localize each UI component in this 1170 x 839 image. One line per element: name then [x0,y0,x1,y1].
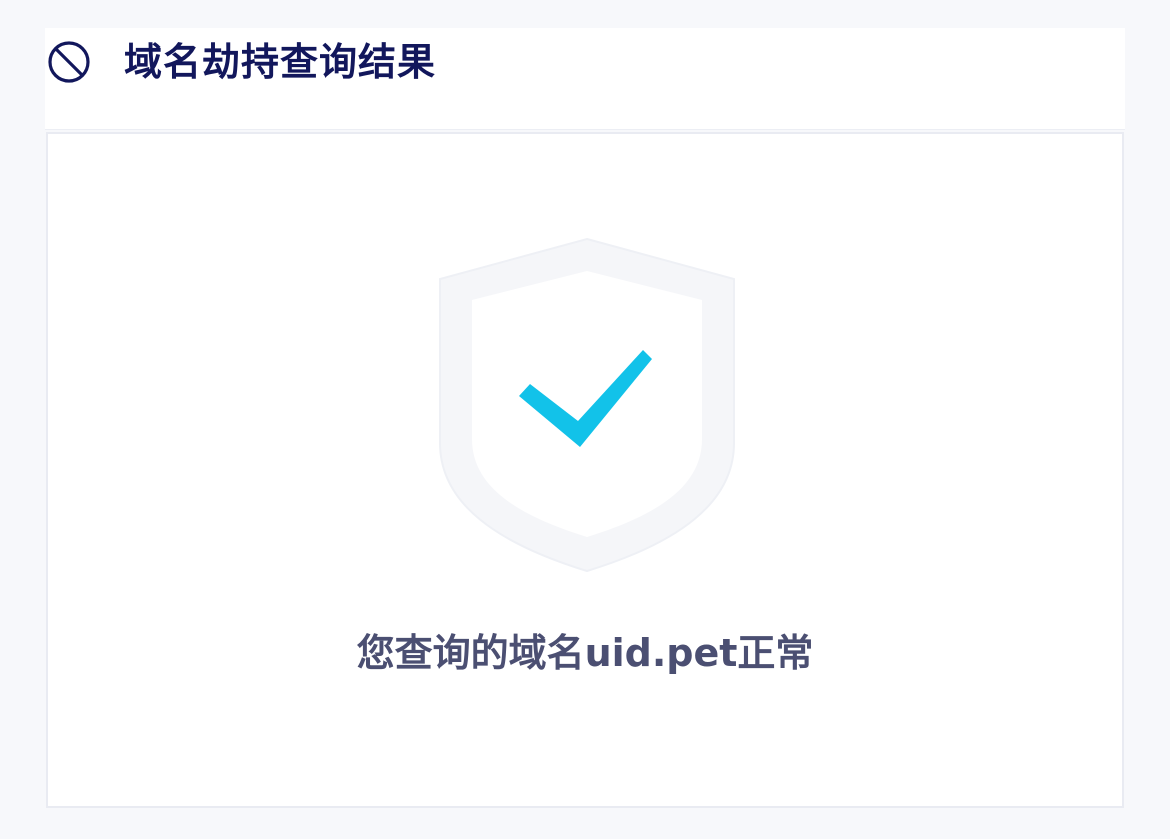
result-card: 您查询的域名uid.pet正常 [46,132,1124,808]
result-header: 域名劫持查询结果 [45,28,1125,130]
shield-check-icon [439,237,735,573]
result-message: 您查询的域名uid.pet正常 [356,631,814,675]
prohibited-icon [48,41,90,83]
page-title: 域名劫持查询结果 [124,40,437,84]
page: 域名劫持查询结果 您查询的域名uid.pet正常 [0,0,1170,839]
